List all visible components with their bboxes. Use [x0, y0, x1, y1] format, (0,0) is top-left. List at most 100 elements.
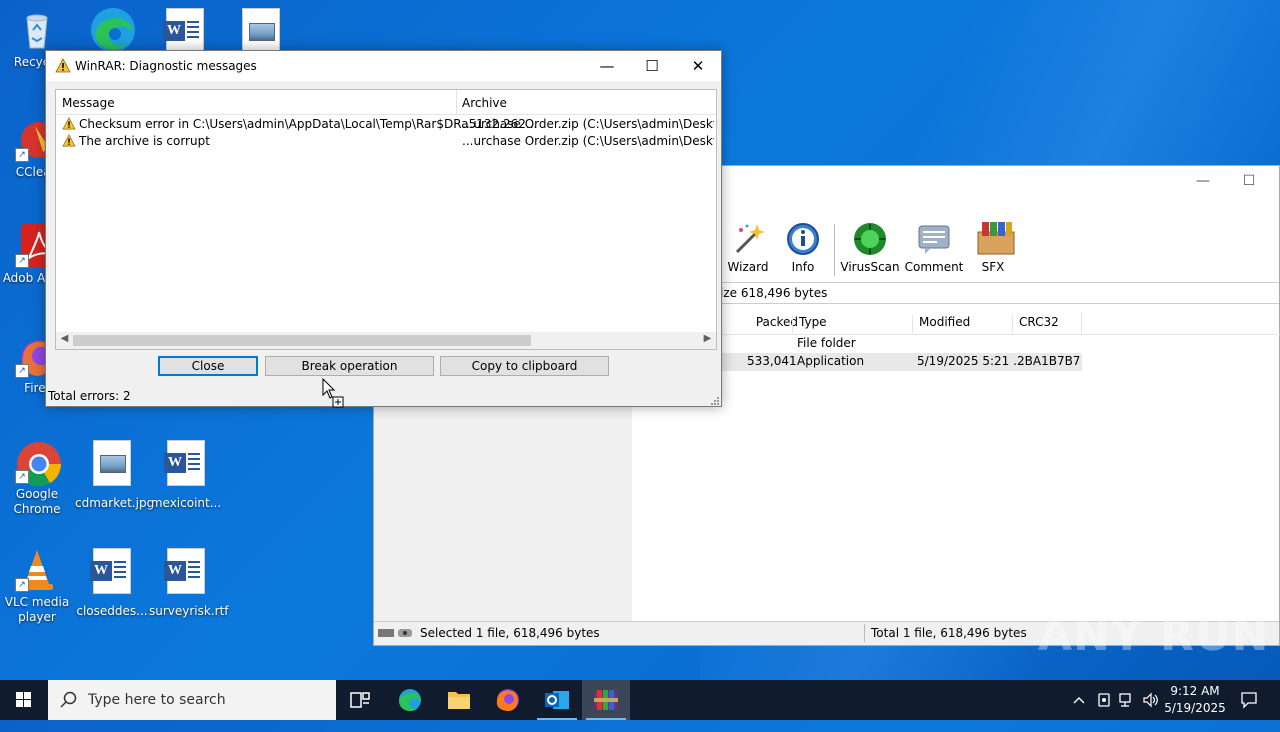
toolbar-separator	[834, 224, 835, 276]
cell-modified: 5/19/2025 5:21 ...	[917, 354, 1025, 368]
scroll-right-arrow-icon[interactable]: ▶	[699, 333, 716, 344]
desktop-icon-mexicoint[interactable]: W mexicoint...	[149, 440, 223, 511]
wizard-button[interactable]: Wizard	[718, 222, 778, 274]
taskbar-winrar[interactable]	[582, 680, 630, 720]
resize-grip-icon[interactable]	[709, 394, 719, 405]
diagnostic-messages-dialog[interactable]: WinRAR: Diagnostic messages — ☐ ✕ Messag…	[45, 50, 722, 407]
image-file-icon	[93, 440, 131, 486]
clock-date: 5/19/2025	[1164, 701, 1226, 715]
taskbar-search-box[interactable]: Type here to search	[48, 680, 336, 720]
network-icon[interactable]	[1116, 680, 1138, 732]
chrome-icon: ↗	[15, 440, 61, 487]
cell-packed: 533,041	[747, 354, 797, 368]
shortcut-arrow-icon: ↗	[15, 578, 29, 592]
taskbar-file-explorer[interactable]	[435, 680, 483, 720]
total-errors-text: Total errors: 2	[48, 389, 131, 403]
clock-time: 9:12 AM	[1170, 684, 1220, 698]
taskbar-clock[interactable]: 9:12 AM 5/19/2025	[1160, 683, 1230, 717]
scrollbar-thumb[interactable]	[73, 335, 531, 346]
close-button[interactable]: Close	[158, 356, 258, 376]
messages-list-header: Message Archive	[56, 90, 716, 115]
maximize-button[interactable]: ☐	[629, 51, 675, 81]
edge-icon	[89, 6, 135, 52]
task-view-icon	[350, 692, 370, 708]
desktop-icon-surveyrisk[interactable]: W surveyrisk.rtf	[149, 548, 229, 619]
desktop-icon-closeddes[interactable]: W closeddes...	[75, 548, 149, 619]
word-document-icon: W	[163, 8, 204, 54]
column-packed[interactable]: Packed	[744, 315, 798, 333]
notification-icon[interactable]	[1234, 680, 1264, 731]
task-view-button[interactable]	[336, 680, 384, 720]
recycle-bin-icon	[15, 8, 59, 52]
sfx-button[interactable]: SFX	[963, 222, 1023, 274]
column-divider	[1081, 312, 1082, 334]
status-selected: Selected 1 file, 618,496 bytes	[420, 626, 600, 640]
desktop-icon-label: Google Chrome	[13, 487, 61, 516]
toolbar-label: Wizard	[727, 260, 769, 274]
message-row[interactable]: Checksum error in C:\Users\admin\AppData…	[56, 116, 716, 133]
info-icon	[786, 222, 820, 256]
search-placeholder: Type here to search	[88, 692, 226, 708]
virusscan-button[interactable]: VirusScan	[840, 222, 900, 274]
taskbar-outlook[interactable]	[533, 680, 581, 720]
desktop-icon-cdmarket[interactable]: cdmarket.jpg	[75, 440, 155, 511]
edge-icon	[399, 689, 421, 712]
windows-logo-icon	[16, 692, 31, 707]
word-document-icon: W	[164, 440, 205, 486]
anyrun-watermark: ANY RUN	[1038, 610, 1270, 661]
archive-text: ...urchase Order.zip (C:\Users\admin\Des…	[462, 134, 714, 148]
status-total: Total 1 file, 618,496 bytes	[871, 626, 1027, 640]
desktop-icon-label: cdmarket.jpg	[75, 496, 155, 510]
archive-info-text: ize 618,496 bytes	[720, 286, 828, 300]
taskbar-edge[interactable]	[386, 680, 434, 720]
message-text: The archive is corrupt	[79, 134, 210, 148]
scroll-left-arrow-icon[interactable]: ◀	[56, 333, 73, 344]
toolbar-label: VirusScan	[840, 260, 900, 274]
desktop-icon-image-doc-top[interactable]	[224, 8, 298, 54]
sfx-icon	[976, 222, 1015, 256]
toolbar-label: Info	[791, 260, 815, 274]
comment-button[interactable]: Comment	[904, 222, 964, 274]
dialog-titlebar[interactable]: WinRAR: Diagnostic messages — ☐ ✕	[46, 51, 721, 81]
column-archive[interactable]: Archive	[462, 96, 507, 110]
firefox-icon	[496, 689, 519, 712]
drive-icon	[378, 627, 414, 642]
column-type[interactable]: Type	[792, 315, 911, 333]
tray-chevron-icon[interactable]	[1068, 680, 1090, 720]
maximize-button[interactable]: ☐	[1226, 166, 1272, 196]
info-button[interactable]: Info	[773, 222, 833, 274]
column-message[interactable]: Message	[62, 96, 115, 110]
minimize-button[interactable]: —	[584, 51, 630, 81]
message-row[interactable]: The archive is corrupt ...urchase Order.…	[56, 133, 716, 150]
break-operation-button[interactable]: Break operation	[265, 356, 434, 376]
desktop-icon-vlc[interactable]: ↗ VLC media player	[0, 548, 74, 625]
warning-icon	[62, 117, 76, 133]
comment-icon	[917, 222, 951, 256]
word-document-icon: W	[164, 548, 205, 594]
desktop-icon-label: surveyrisk.rtf	[149, 604, 229, 618]
volume-icon[interactable]	[1140, 680, 1162, 732]
column-divider	[456, 90, 457, 114]
winrar-icon	[594, 690, 618, 710]
taskbar: Type here to search 9:12 AM 5/19/2025	[0, 680, 1280, 720]
close-window-button[interactable]: ✕	[675, 51, 721, 81]
minimize-button[interactable]: —	[1180, 166, 1226, 196]
desktop-icon-edge[interactable]	[74, 6, 148, 53]
horizontal-scrollbar[interactable]: ◀ ▶	[56, 332, 716, 349]
desktop-icon-word-doc-top[interactable]: W	[148, 8, 222, 54]
image-file-icon	[242, 8, 280, 54]
shortcut-arrow-icon: ↗	[15, 148, 29, 162]
toolbar-label: SFX	[981, 260, 1005, 274]
desktop-icon-chrome[interactable]: ↗ Google Chrome	[0, 440, 74, 517]
column-crc32[interactable]: CRC32	[1012, 315, 1081, 333]
tray-security-icon[interactable]	[1094, 680, 1114, 732]
desktop-icon-label: VLC media player	[4, 595, 70, 624]
column-modified[interactable]: Modified	[912, 315, 1011, 333]
start-button[interactable]	[0, 680, 48, 720]
outlook-icon	[545, 691, 569, 709]
taskbar-firefox[interactable]	[484, 680, 532, 720]
word-document-icon: W	[90, 548, 131, 594]
vlc-cone-icon: ↗	[15, 548, 59, 592]
copy-to-clipboard-button[interactable]: Copy to clipboard	[440, 356, 609, 376]
messages-list[interactable]: Message Archive Checksum error in C:\Use…	[55, 89, 717, 350]
